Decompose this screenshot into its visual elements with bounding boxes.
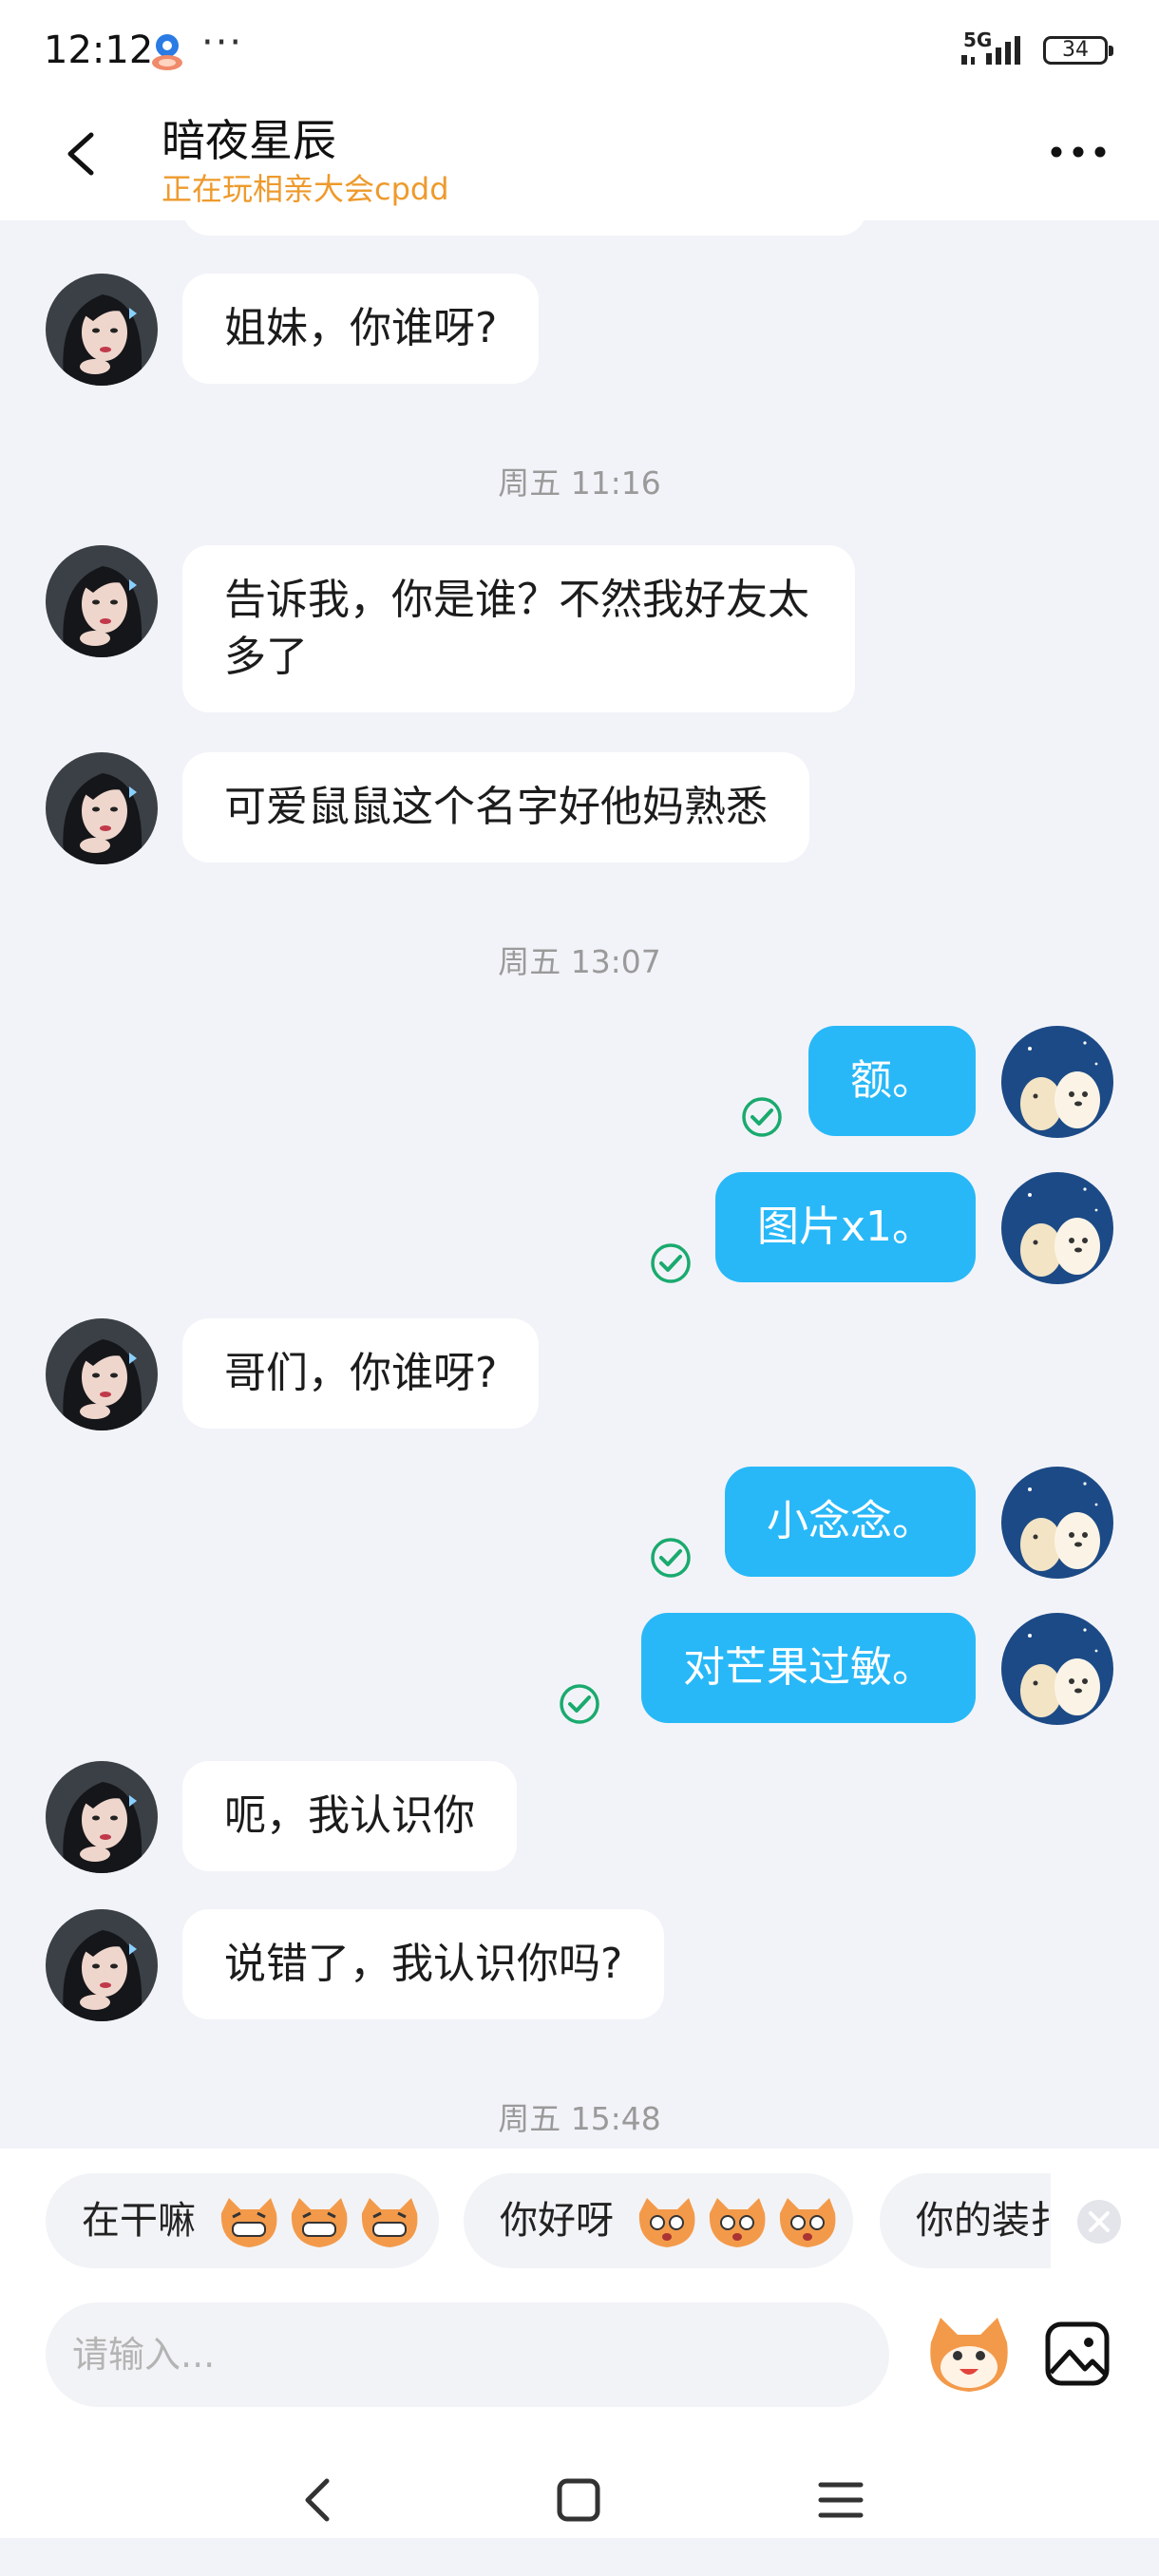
read-check-icon [651,1243,691,1283]
quick-reply-chip[interactable]: 在干嘛 [46,2173,439,2268]
incoming-message[interactable]: 可爱鼠鼠这个名字好他妈熟悉 [182,752,809,862]
contact-avatar[interactable] [46,1909,158,2021]
quick-reply-label: 你好呀 [500,2199,614,2243]
contact-avatar[interactable] [46,1318,158,1430]
nav-home-icon[interactable] [545,2462,612,2538]
timestamp-separator: 周五 11:16 [498,464,661,502]
my-avatar[interactable] [1001,1467,1113,1579]
battery-icon: 34 [1043,36,1113,65]
quick-reply-chip[interactable]: 你好呀 [464,2173,853,2268]
clipped-message-bubble [182,220,866,236]
outgoing-message[interactable]: 额。 [808,1026,976,1136]
status-bar: 12:12 ··· 5G 34 [0,0,1159,95]
incoming-message[interactable]: 姐妹，你谁呀? [182,274,540,384]
message-list[interactable]: 姐妹，你谁呀? 周五 11:16 告诉我，你是谁？不然我好友太多了 可爱鼠鼠这个… [0,220,1159,2149]
nav-back-icon[interactable] [285,2462,352,2538]
contact-avatar[interactable] [46,274,158,386]
image-icon[interactable] [1043,2320,1112,2388]
system-nav-bar [0,2434,1159,2576]
outgoing-message[interactable]: 对芒果过敏。 [641,1613,976,1723]
contact-avatar[interactable] [46,752,158,864]
incoming-message[interactable]: 呃，我认识你 [182,1761,517,1871]
quick-reply-chip[interactable]: 你的装扌 [880,2173,1051,2268]
status-time: 12:12 [44,28,154,72]
close-circle-icon[interactable] [1075,2198,1123,2245]
more-horizontal-icon[interactable] [1045,133,1112,171]
quick-reply-label: 你的装扌 [916,2199,1051,2243]
outgoing-message[interactable]: 图片x1。 [714,1172,976,1282]
surprised-cat-face-icon [638,2198,836,2247]
signal-icon [961,36,1020,65]
chevron-left-icon[interactable] [53,123,110,184]
message-input[interactable] [46,2302,889,2407]
outgoing-message[interactable]: 小念念。 [725,1467,976,1577]
read-check-icon [560,1684,599,1724]
sticker-face-icon[interactable] [923,2308,1015,2399]
battery-level: 34 [1062,38,1089,62]
my-avatar[interactable] [1001,1026,1113,1138]
incoming-message[interactable]: 告诉我，你是谁？不然我好友太多了 [182,545,855,712]
my-avatar[interactable] [1001,1172,1113,1284]
grinning-cat-face-icon [220,2198,418,2247]
contact-name[interactable]: 暗夜星辰 [162,106,336,169]
contact-avatar[interactable] [46,1761,158,1873]
read-check-icon [742,1097,782,1137]
status-overflow-dots: ··· [201,21,244,65]
timestamp-separator: 周五 13:07 [498,943,661,980]
quick-reply-label: 在干嘛 [82,2199,196,2243]
my-avatar[interactable] [1001,1613,1113,1725]
chat-header: 暗夜星辰 正在玩相亲大会cpdd [0,95,1159,220]
blue-app-icon [152,34,182,70]
incoming-message[interactable]: 说错了，我认识你吗? [182,1909,665,2019]
contact-avatar[interactable] [46,545,158,657]
read-check-icon [651,1538,691,1578]
timestamp-separator: 周五 15:48 [498,2100,661,2137]
incoming-message[interactable]: 哥们，你谁呀? [182,1318,540,1429]
contact-status: 正在玩相亲大会cpdd [162,171,449,207]
nav-menu-icon[interactable] [808,2462,874,2538]
